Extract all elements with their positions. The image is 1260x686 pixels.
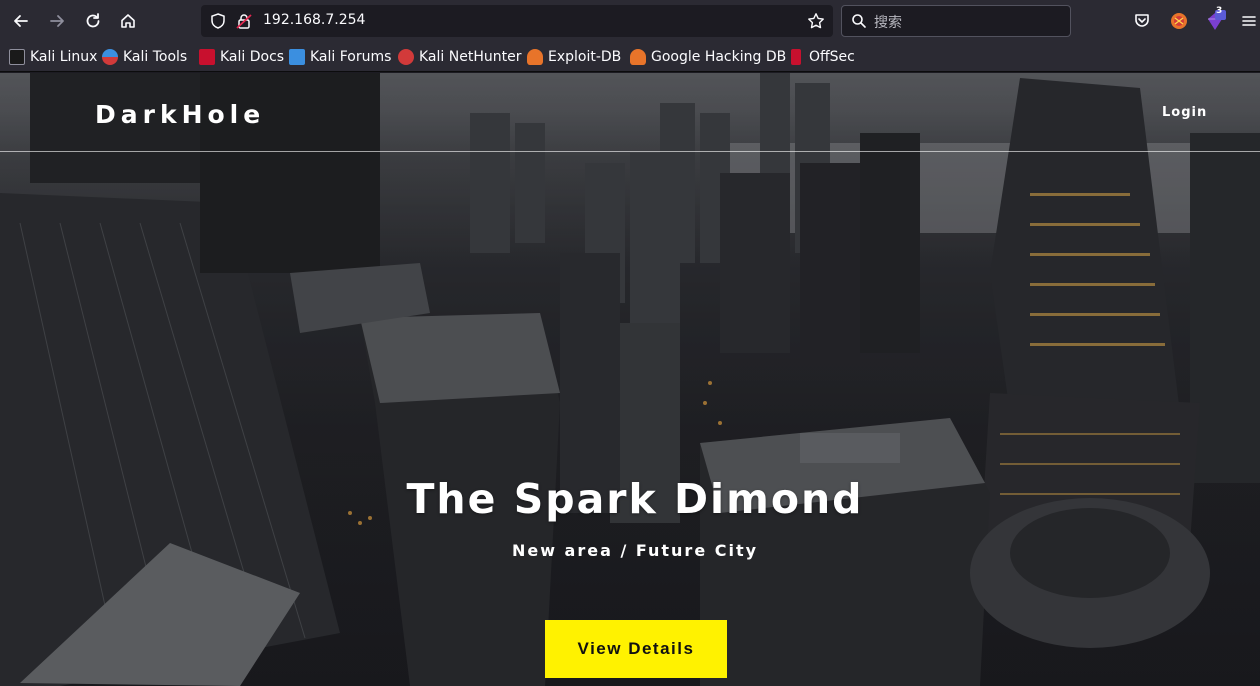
bookmark-label: Kali Linux — [30, 49, 98, 65]
ghdb-icon — [630, 49, 646, 65]
arrow-left-icon — [14, 15, 28, 27]
hero-title: The Spark Dimond — [406, 475, 864, 523]
kali-dragon-icon — [9, 49, 25, 65]
extension-badge: 3 — [1216, 6, 1223, 16]
bookmark-star-icon[interactable] — [807, 12, 825, 30]
login-link[interactable]: Login — [1162, 105, 1207, 120]
extension-fox-icon — [1171, 13, 1187, 29]
offsec-icon — [791, 49, 801, 65]
url-bar[interactable]: 192.168.7.254 — [201, 5, 833, 37]
bookmark-label: Kali Tools — [123, 49, 188, 65]
city-skyline-background-image — [0, 73, 1260, 686]
view-details-button[interactable]: View Details — [545, 620, 727, 678]
kali-docs-icon — [199, 49, 215, 65]
back-button[interactable] — [7, 7, 35, 35]
search-placeholder: 搜索 — [874, 15, 902, 31]
bookmark-label: Google Hacking DB — [651, 49, 787, 65]
forward-button[interactable] — [43, 7, 71, 35]
kali-forums-icon — [289, 49, 305, 65]
bookmark-label: Kali NetHunter — [419, 49, 522, 65]
bookmark-label: Exploit-DB — [548, 49, 622, 65]
bookmarks-toolbar: Kali Linux Kali Tools Kali Docs Kali For… — [0, 42, 1260, 72]
bookmark-kali-tools[interactable]: Kali Tools — [102, 48, 187, 66]
hero-subtitle: New area / Future City — [511, 541, 759, 560]
tracking-protection-shield-icon[interactable] — [209, 12, 227, 30]
bookmark-exploit-db[interactable]: Exploit-DB — [527, 48, 621, 66]
search-input[interactable]: 搜索 — [841, 5, 1071, 37]
bookmark-label: OffSec — [809, 49, 855, 65]
pocket-icon — [1135, 14, 1149, 27]
pocket-button[interactable] — [1131, 10, 1153, 32]
bookmark-offsec[interactable]: OffSec — [788, 48, 855, 66]
bookmark-kali-docs[interactable]: Kali Docs — [199, 48, 284, 66]
home-icon — [121, 14, 135, 28]
browser-toolbar: 192.168.7.254 搜索 3 — [0, 0, 1260, 42]
hamburger-menu-icon — [1242, 16, 1256, 26]
extension-gem-icon — [1208, 10, 1226, 30]
kali-nethunter-icon — [398, 49, 414, 65]
bookmark-kali-forums[interactable]: Kali Forums — [289, 48, 391, 66]
extension-button-1[interactable] — [1168, 10, 1190, 32]
home-button[interactable] — [114, 7, 142, 35]
bookmark-label: Kali Forums — [310, 49, 392, 65]
kali-tools-icon — [102, 49, 118, 65]
bookmark-kali-nethunter[interactable]: Kali NetHunter — [398, 48, 521, 66]
bookmark-google-hacking-db[interactable]: Google Hacking DB — [630, 48, 786, 66]
extension-button-2[interactable]: 3 — [1204, 6, 1226, 32]
site-brand-logo[interactable]: DarkHole — [95, 100, 265, 129]
exploit-db-icon — [527, 49, 543, 65]
url-text[interactable]: 192.168.7.254 — [263, 12, 365, 28]
menu-button[interactable] — [1238, 10, 1260, 32]
reload-icon — [86, 13, 100, 28]
search-icon — [852, 14, 866, 28]
insecure-lock-icon[interactable] — [235, 12, 253, 30]
reload-button[interactable] — [79, 7, 107, 35]
arrow-right-icon — [50, 15, 64, 27]
bookmark-kali-linux[interactable]: Kali Linux — [9, 48, 97, 66]
bookmark-label: Kali Docs — [220, 49, 285, 65]
web-page-viewport: DarkHole Login The Spark Dimond New area… — [0, 73, 1260, 686]
nav-divider — [0, 151, 1260, 152]
